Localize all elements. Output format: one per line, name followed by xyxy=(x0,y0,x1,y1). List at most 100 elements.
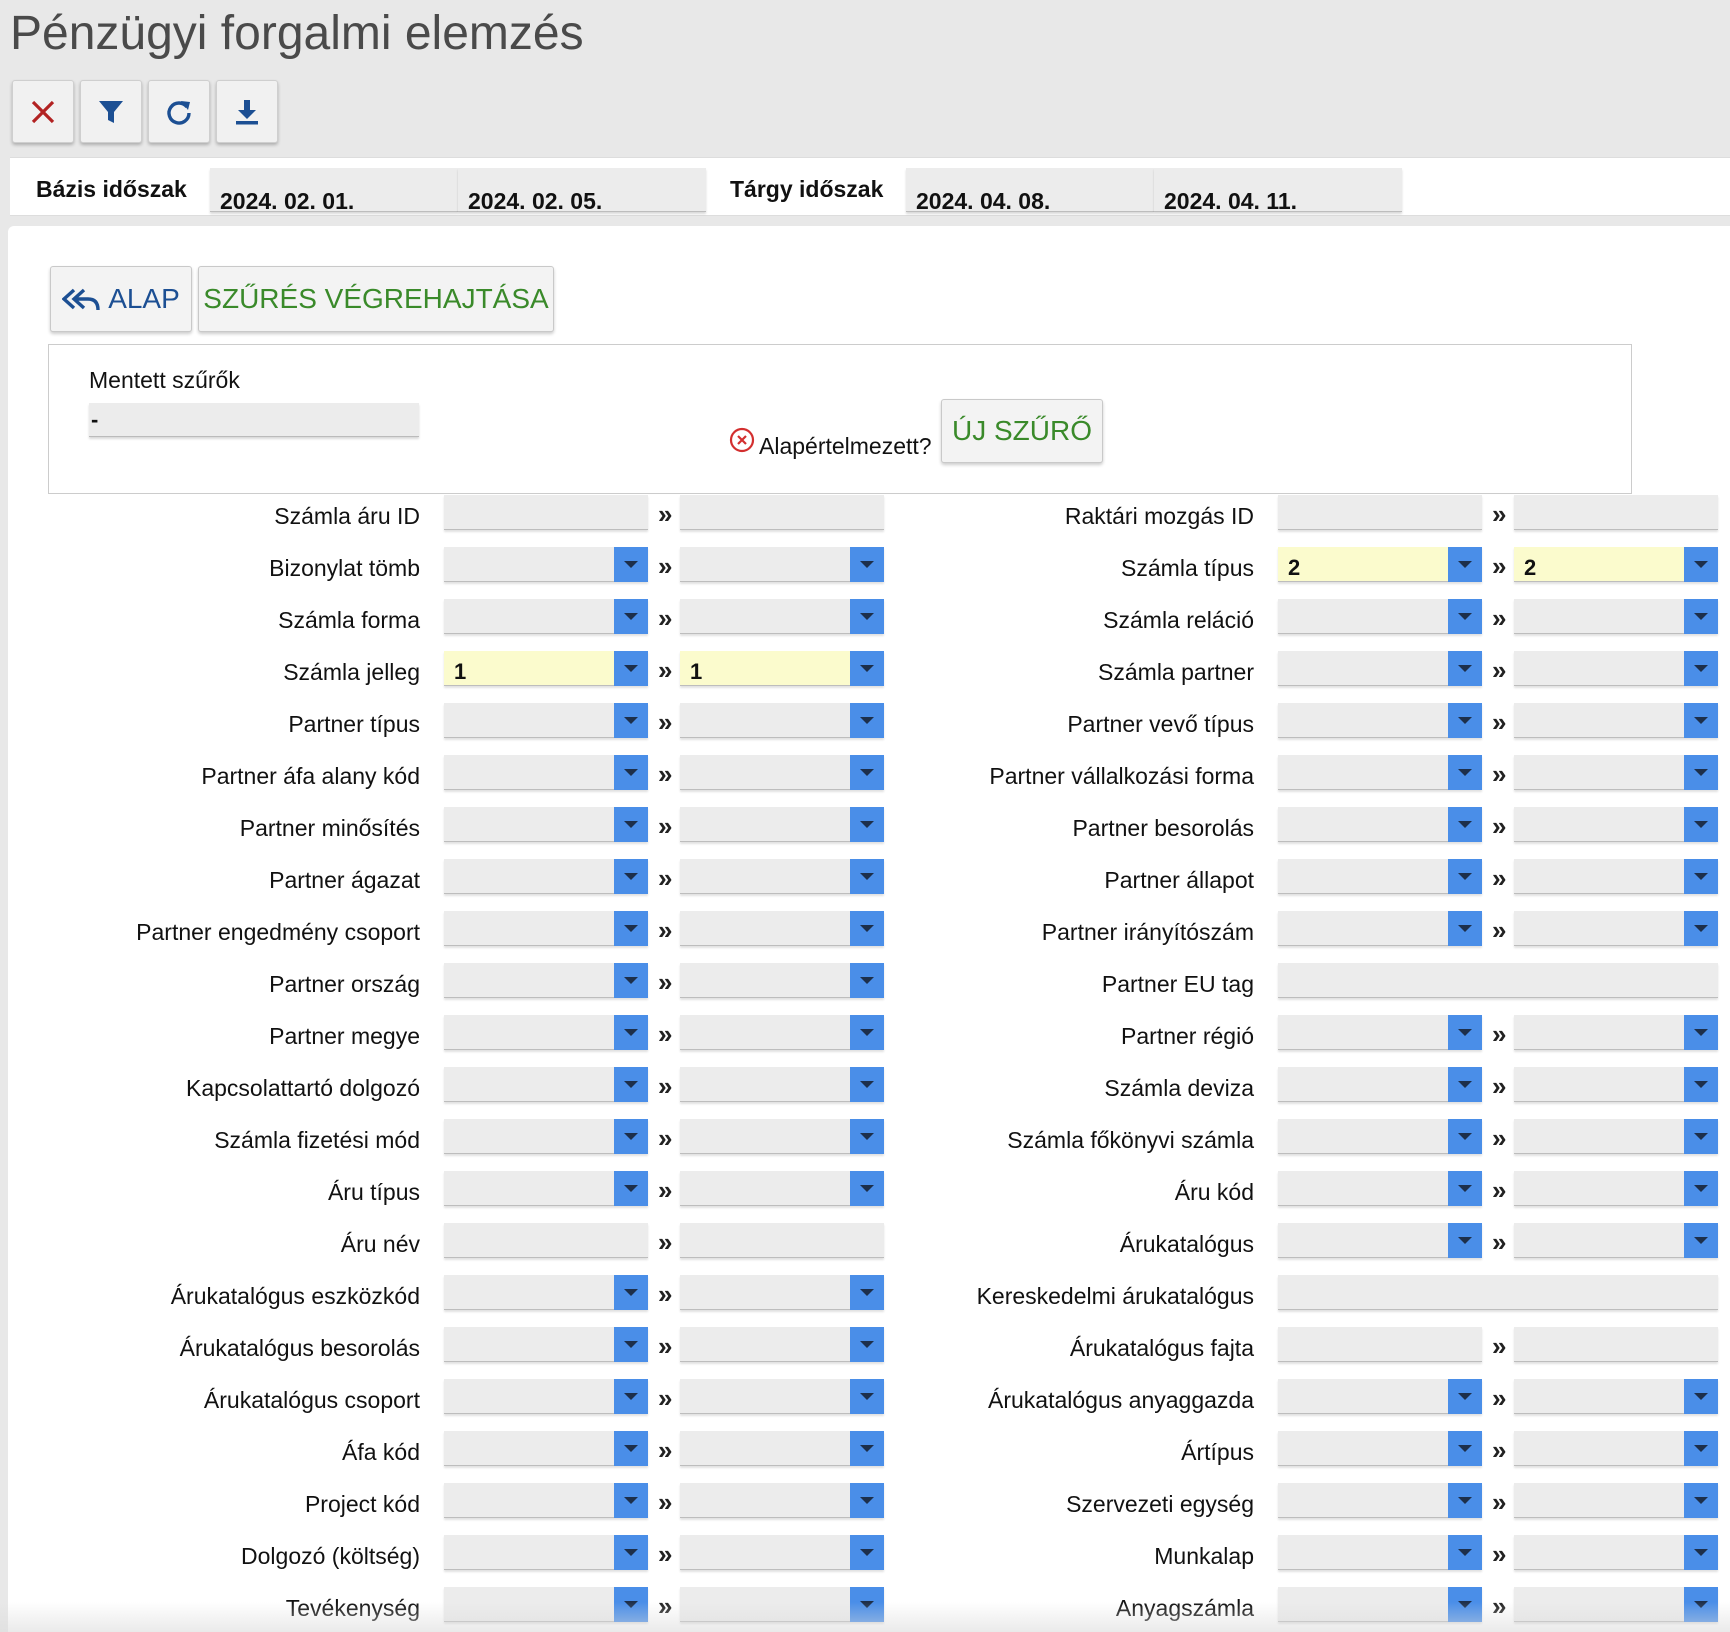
dropdown-button[interactable] xyxy=(1684,1119,1718,1154)
filter-to-field[interactable] xyxy=(1514,1379,1718,1414)
dropdown-button[interactable] xyxy=(1684,1483,1718,1518)
filter-from-field[interactable] xyxy=(1278,651,1482,686)
chevron-down-icon xyxy=(1694,1080,1708,1088)
filter-from-field[interactable]: 2 xyxy=(1278,547,1482,582)
chevron-down-icon xyxy=(1694,1028,1708,1036)
dropdown-button[interactable] xyxy=(1448,1379,1482,1414)
filter-to-field[interactable] xyxy=(1514,1119,1718,1154)
filter-to-field[interactable] xyxy=(1514,1223,1718,1258)
dropdown-button[interactable] xyxy=(1684,599,1718,634)
filter-from-field[interactable] xyxy=(1278,1483,1482,1518)
filter-to-field[interactable] xyxy=(1514,1171,1718,1206)
dropdown-button[interactable] xyxy=(1684,1015,1718,1050)
filter-from-field[interactable] xyxy=(1278,755,1482,790)
dropdown-button[interactable] xyxy=(1684,911,1718,946)
dropdown-button[interactable] xyxy=(1684,703,1718,738)
dropdown-button[interactable] xyxy=(1448,1171,1482,1206)
filter-to-field[interactable] xyxy=(1514,651,1718,686)
saved-filters-select[interactable]: - xyxy=(89,403,419,437)
filter-to-field[interactable] xyxy=(1514,703,1718,738)
filter-from-field[interactable] xyxy=(1278,1587,1482,1622)
filter-to-field[interactable] xyxy=(1514,1483,1718,1518)
refresh-button[interactable] xyxy=(148,80,210,143)
filter-from-field[interactable] xyxy=(1278,1015,1482,1050)
filter-to-field[interactable]: 2 xyxy=(1514,547,1718,582)
filter-from-field[interactable] xyxy=(1278,859,1482,894)
dropdown-button[interactable] xyxy=(1684,1067,1718,1102)
filter-from-field[interactable] xyxy=(1278,1535,1482,1570)
dropdown-button[interactable] xyxy=(1448,1483,1482,1518)
filter-to-field[interactable] xyxy=(1514,807,1718,842)
filter-to-field[interactable] xyxy=(1514,1015,1718,1050)
dropdown-button[interactable] xyxy=(1448,1431,1482,1466)
filter-label: Partner régió xyxy=(1121,1023,1254,1049)
dropdown-button[interactable] xyxy=(1448,807,1482,842)
filter-to-field[interactable] xyxy=(1514,1327,1718,1362)
filter-button[interactable] xyxy=(80,80,142,143)
filter-from-field[interactable] xyxy=(1278,1067,1482,1102)
filter-field[interactable] xyxy=(1278,963,1718,998)
filter-label: Partner állapot xyxy=(1104,867,1254,893)
dropdown-button[interactable] xyxy=(1684,547,1718,582)
base-period-from-field[interactable]: 2024. 02. 01. xyxy=(210,168,458,214)
filter-to-field[interactable] xyxy=(1514,599,1718,634)
dropdown-button[interactable] xyxy=(1448,1587,1482,1622)
filter-from-field[interactable] xyxy=(1278,1379,1482,1414)
filter-to-field[interactable] xyxy=(1514,1067,1718,1102)
filter-to-field[interactable] xyxy=(1514,1431,1718,1466)
dropdown-button[interactable] xyxy=(1448,599,1482,634)
execute-filter-button[interactable]: SZŰRÉS VÉGREHAJTÁSA xyxy=(198,266,554,332)
filter-from-field[interactable] xyxy=(1278,1119,1482,1154)
dropdown-button[interactable] xyxy=(1684,1587,1718,1622)
dropdown-button[interactable] xyxy=(1448,911,1482,946)
new-filter-button[interactable]: ÚJ SZŰRŐ xyxy=(941,399,1103,463)
dropdown-button[interactable] xyxy=(1684,1171,1718,1206)
filter-to-field[interactable] xyxy=(1514,755,1718,790)
dropdown-button[interactable] xyxy=(1448,1223,1482,1258)
dropdown-button[interactable] xyxy=(1684,1223,1718,1258)
dropdown-button[interactable] xyxy=(1448,1119,1482,1154)
filter-to-field[interactable] xyxy=(1514,1535,1718,1570)
filter-from-field[interactable] xyxy=(1278,807,1482,842)
filter-from-field[interactable] xyxy=(1278,703,1482,738)
filter-row: Számla főkönyvi számla » xyxy=(8,1119,1730,1161)
dropdown-button[interactable] xyxy=(1448,755,1482,790)
dropdown-button[interactable] xyxy=(1448,1015,1482,1050)
filter-to-field[interactable] xyxy=(1514,1587,1718,1622)
filter-from-field[interactable] xyxy=(1278,599,1482,634)
download-button[interactable] xyxy=(216,80,278,143)
chevron-down-icon xyxy=(1458,872,1472,880)
dropdown-button[interactable] xyxy=(1448,1067,1482,1102)
dropdown-button[interactable] xyxy=(1448,859,1482,894)
filter-from-field[interactable] xyxy=(1278,1171,1482,1206)
filter-row: Munkalap » xyxy=(8,1535,1730,1577)
filter-from-field[interactable] xyxy=(1278,1327,1482,1362)
dropdown-button[interactable] xyxy=(1448,1535,1482,1570)
dropdown-button[interactable] xyxy=(1684,807,1718,842)
filter-label: Raktári mozgás ID xyxy=(1064,503,1254,529)
dropdown-button[interactable] xyxy=(1684,1535,1718,1570)
base-period-to-field[interactable]: 2024. 02. 05. xyxy=(458,168,706,214)
dropdown-button[interactable] xyxy=(1448,651,1482,686)
range-separator: » xyxy=(1492,1019,1507,1049)
filter-to-field[interactable] xyxy=(1514,495,1718,530)
alap-button[interactable]: ALAP xyxy=(50,266,192,332)
dropdown-button[interactable] xyxy=(1448,547,1482,582)
filter-to-field[interactable] xyxy=(1514,911,1718,946)
dropdown-button[interactable] xyxy=(1448,703,1482,738)
dropdown-button[interactable] xyxy=(1684,755,1718,790)
dropdown-button[interactable] xyxy=(1684,1431,1718,1466)
target-period-to-field[interactable]: 2024. 04. 11. xyxy=(1154,168,1402,214)
dropdown-button[interactable] xyxy=(1684,651,1718,686)
filter-from-field[interactable] xyxy=(1278,911,1482,946)
circle-x-icon[interactable] xyxy=(729,427,755,453)
close-button[interactable] xyxy=(12,80,74,143)
filter-to-field[interactable] xyxy=(1514,859,1718,894)
filter-field[interactable] xyxy=(1278,1275,1718,1310)
filter-from-field[interactable] xyxy=(1278,1431,1482,1466)
filter-from-field[interactable] xyxy=(1278,495,1482,530)
dropdown-button[interactable] xyxy=(1684,1379,1718,1414)
target-period-from-field[interactable]: 2024. 04. 08. xyxy=(906,168,1154,214)
filter-from-field[interactable] xyxy=(1278,1223,1482,1258)
dropdown-button[interactable] xyxy=(1684,859,1718,894)
